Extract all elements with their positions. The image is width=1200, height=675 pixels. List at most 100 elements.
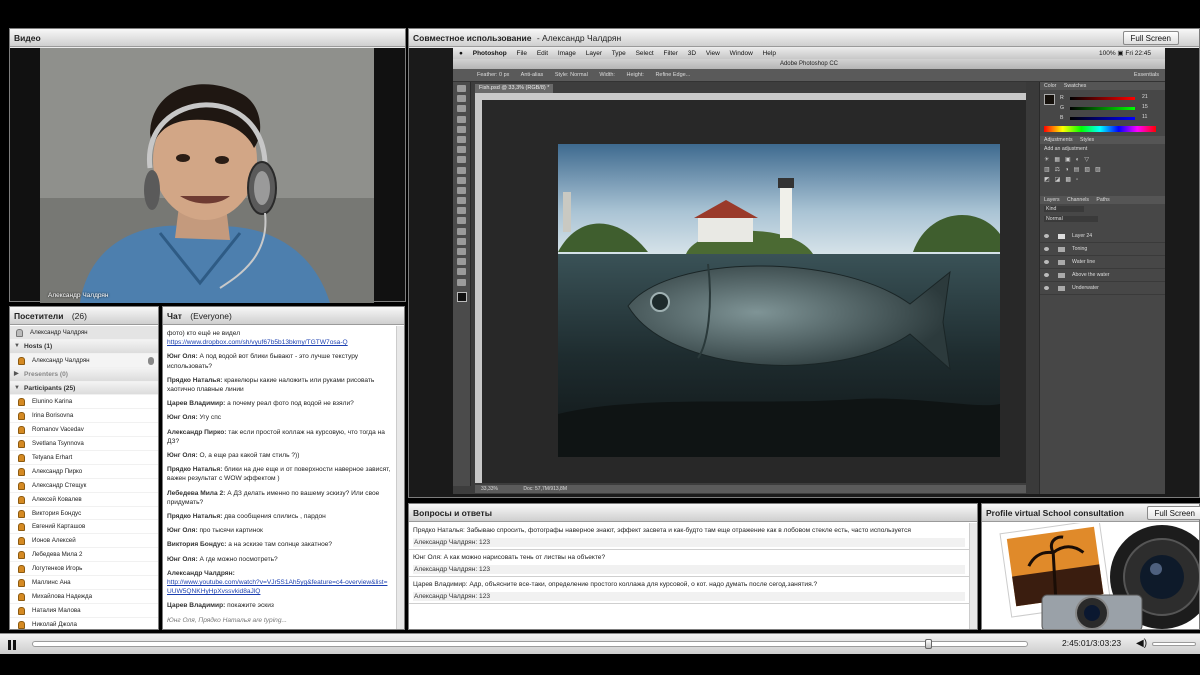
feather-field[interactable]: Feather: 0 px xyxy=(477,72,509,78)
zoom-level[interactable]: 33,33% xyxy=(481,486,498,492)
dodge-tool-icon[interactable] xyxy=(457,217,466,225)
foreground-color-swatch[interactable] xyxy=(456,291,467,302)
host-row[interactable]: Александр Чалдрян xyxy=(10,353,158,368)
document-canvas[interactable] xyxy=(482,100,1033,483)
adjustment-icons[interactable]: ☀▦▣◐▽ xyxy=(1044,156,1161,163)
menu-item[interactable]: File xyxy=(517,50,527,57)
menu-item[interactable]: Type xyxy=(612,50,626,57)
tab-swatches[interactable]: Swatches xyxy=(1064,83,1087,89)
menu-item[interactable]: Filter xyxy=(663,50,677,57)
move-tool-icon[interactable] xyxy=(457,85,466,92)
blue-slider[interactable] xyxy=(1070,117,1135,120)
workspace-select[interactable]: Essentials xyxy=(1134,69,1159,82)
layer-row[interactable]: Layer 24 xyxy=(1040,230,1165,243)
path-select-tool-icon[interactable] xyxy=(457,248,466,255)
participant-row[interactable]: Михайлова Надежда xyxy=(10,590,158,604)
presenters-group[interactable]: ▶ Presenters (0) xyxy=(10,367,158,382)
menu-item[interactable]: Help xyxy=(763,50,776,57)
volume-slider[interactable] xyxy=(1152,642,1196,646)
participant-row[interactable]: Elunino Karina xyxy=(10,395,158,410)
blue-value[interactable]: 11 xyxy=(1142,114,1147,120)
qa-item[interactable]: Прядко Наталья: Забываю спросить, фотогр… xyxy=(409,523,969,550)
type-tool-icon[interactable] xyxy=(457,237,466,245)
tab-color[interactable]: Color xyxy=(1044,83,1056,89)
color-spectrum[interactable] xyxy=(1044,126,1156,132)
layer-row[interactable]: Water line xyxy=(1040,256,1165,269)
visibility-eye-icon[interactable] xyxy=(1044,260,1049,264)
lasso-tool-icon[interactable] xyxy=(457,105,466,113)
style-select[interactable]: Style: Normal xyxy=(555,72,588,78)
blend-mode-select[interactable]: Normal xyxy=(1044,216,1098,222)
healing-tool-icon[interactable] xyxy=(457,146,466,154)
marquee-tool-icon[interactable] xyxy=(457,95,466,103)
menu-item[interactable]: Image xyxy=(558,50,576,57)
participant-row[interactable]: Александр Стещук xyxy=(10,479,158,493)
participant-row[interactable]: Алексей Ковалев xyxy=(10,493,158,507)
tab-layers[interactable]: Layers xyxy=(1044,197,1060,203)
qa-scrollbar[interactable] xyxy=(969,523,977,629)
blur-tool-icon[interactable] xyxy=(457,207,466,215)
participant-row[interactable]: Лебедева Мила 2 xyxy=(10,548,158,563)
fullscreen-button[interactable]: Full Screen xyxy=(1122,31,1179,45)
tab-channels[interactable]: Channels xyxy=(1067,197,1089,203)
participant-row[interactable]: Виктория Бондус xyxy=(10,507,158,521)
document-tab[interactable]: Fish.psd @ 33,3% (RGB/8) * xyxy=(475,84,554,93)
width-field[interactable]: Width: xyxy=(599,72,615,78)
tab-styles[interactable]: Styles xyxy=(1080,137,1094,143)
visibility-eye-icon[interactable] xyxy=(1044,273,1049,277)
adjustment-icons[interactable]: ◩◪▩▫ xyxy=(1044,176,1161,183)
layer-row[interactable]: Underwater xyxy=(1040,282,1165,295)
eraser-tool-icon[interactable] xyxy=(457,186,466,194)
participant-row[interactable]: Tetyana Erhart xyxy=(10,451,158,465)
hosts-group[interactable]: ▼ Hosts (1) xyxy=(10,339,158,354)
chat-link[interactable]: https://www.dropbox.com/sh/vyuf67b5b13bk… xyxy=(167,339,348,346)
layer-row[interactable]: Above the water xyxy=(1040,269,1165,282)
crop-tool-icon[interactable] xyxy=(457,125,466,133)
visibility-eye-icon[interactable] xyxy=(1044,234,1049,238)
current-user-row[interactable]: Александр Чалдрян xyxy=(10,326,158,340)
participant-row[interactable]: Логутенков Игорь xyxy=(10,562,158,577)
height-field[interactable]: Height: xyxy=(626,72,643,78)
pause-icon[interactable] xyxy=(6,639,18,651)
anti-alias-checkbox[interactable]: Anti-alias xyxy=(521,72,544,78)
fg-color-swatch[interactable] xyxy=(1044,94,1055,105)
participant-row[interactable]: Александр Пирко xyxy=(10,465,158,479)
brush-tool-icon[interactable] xyxy=(457,156,466,164)
clone-tool-icon[interactable] xyxy=(457,166,466,174)
adjustment-icons[interactable]: ▥⚖◑▤▧▨ xyxy=(1044,166,1161,173)
tab-paths[interactable]: Paths xyxy=(1096,197,1109,203)
participant-row[interactable]: Николай Джола xyxy=(10,618,158,629)
menu-item[interactable]: Select xyxy=(636,50,654,57)
visibility-eye-icon[interactable] xyxy=(1044,247,1049,251)
participant-row[interactable]: Маллинс Ана xyxy=(10,576,158,590)
menu-item[interactable]: Window xyxy=(730,50,753,57)
qa-item[interactable]: Царев Владимир: Адр, объясните все-таки,… xyxy=(409,577,969,604)
volume-icon[interactable]: ◀) xyxy=(1136,638,1147,649)
playback-timeline[interactable] xyxy=(32,639,1028,649)
visibility-eye-icon[interactable] xyxy=(1044,286,1049,290)
quick-select-tool-icon[interactable] xyxy=(457,115,466,123)
zoom-tool-icon[interactable] xyxy=(457,278,466,286)
menu-item[interactable]: Edit xyxy=(537,50,548,57)
menu-item[interactable]: 3D xyxy=(688,50,696,57)
playback-thumb[interactable] xyxy=(925,639,932,649)
chat-link[interactable]: http://www.youtube.com/watch?v=VJr5S1Ah5… xyxy=(167,579,387,595)
participant-row[interactable]: Наталия Малова xyxy=(10,604,158,618)
qa-item[interactable]: Юнг Оля: А как можно нарисовать тень от … xyxy=(409,550,969,577)
participant-row[interactable]: Irina Borisovna xyxy=(10,409,158,424)
menu-item[interactable]: Layer xyxy=(586,50,602,57)
eyedropper-tool-icon[interactable] xyxy=(457,135,466,143)
profile-fullscreen-button[interactable]: Full Screen xyxy=(1146,506,1200,520)
history-brush-tool-icon[interactable] xyxy=(457,176,466,184)
participant-row[interactable]: Romanov Vacedav xyxy=(10,423,158,438)
green-value[interactable]: 15 xyxy=(1142,104,1148,110)
chat-scrollbar[interactable] xyxy=(396,326,404,629)
tab-adjustments[interactable]: Adjustments xyxy=(1044,137,1073,143)
menu-item[interactable]: View xyxy=(706,50,720,57)
menu-item[interactable]: Photoshop xyxy=(473,50,507,57)
red-value[interactable]: 21 xyxy=(1142,94,1148,100)
pen-tool-icon[interactable] xyxy=(457,227,466,235)
shape-tool-icon[interactable] xyxy=(457,258,466,266)
participant-row[interactable]: Svetlana Tsynnova xyxy=(10,437,158,452)
participants-group[interactable]: ▼ Participants (25) xyxy=(10,381,158,396)
